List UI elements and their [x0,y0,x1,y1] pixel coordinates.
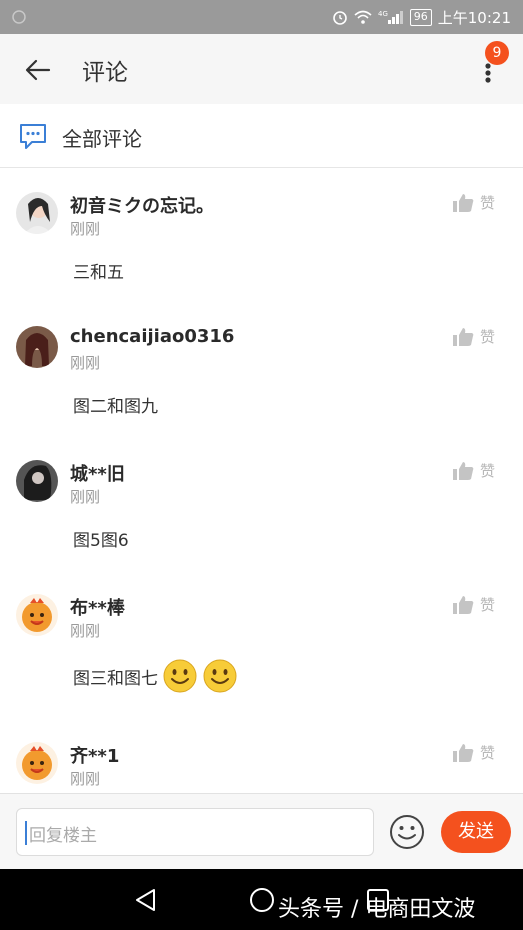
emoji-picker-icon[interactable] [389,814,425,850]
avatar-image [16,594,58,636]
nav-back-icon[interactable] [133,887,159,913]
battery-level: 96 [413,10,428,23]
like-button[interactable]: 赞 [452,192,495,213]
comment-username[interactable]: 布**棒 [70,594,125,620]
notification-badge: 9 [485,41,509,65]
comment-icon [20,124,46,149]
nav-home-icon[interactable] [249,887,275,913]
avatar-image [16,460,58,502]
comment-text: 图二和图九 [73,392,158,417]
like-button[interactable]: 赞 [452,594,495,615]
back-button[interactable] [22,54,54,86]
reply-input[interactable]: 回复楼主 [16,808,374,856]
alarm-icon [332,11,347,25]
comment-text: 图三和图七 [73,658,238,694]
comment-text-content: 图三和图七 [73,668,158,689]
like-button[interactable]: 赞 [452,460,495,481]
like-button[interactable]: 赞 [452,742,495,763]
comment-text: 图5图6 [73,526,129,551]
avatar[interactable] [16,460,58,502]
comment-text-content: 图二和图九 [73,397,158,417]
like-button[interactable]: 赞 [452,326,495,347]
cloud-icon [12,10,26,24]
avatar[interactable] [16,742,58,784]
svg-text:4G: 4G [378,10,388,18]
avatar[interactable] [16,192,58,234]
reply-placeholder: 回复楼主 [29,826,97,846]
comment-text: 三和五 [73,258,124,283]
avatar[interactable] [16,326,58,368]
comment-time: 刚刚 [70,622,101,640]
thumbs-up-icon [453,461,474,480]
like-label: 赞 [480,596,496,614]
wifi-icon [354,10,372,24]
status-time: 上午10:21 [437,8,511,27]
avatar-image [16,326,58,368]
send-button[interactable]: 发送 [441,811,511,853]
comment-time: 刚刚 [70,354,101,372]
thumbs-up-icon [453,193,474,212]
battery-indicator: 96 [409,8,432,26]
like-label: 赞 [480,328,496,346]
thumbs-up-icon [453,595,474,614]
smile-emoji-icon [163,659,197,693]
thumbs-up-icon [453,743,474,762]
avatar-image [16,742,58,784]
avatar[interactable] [16,594,58,636]
like-label: 赞 [480,194,496,212]
signal-icon: 4G [378,10,403,24]
section-title: 全部评论 [62,127,142,151]
comment-username[interactable]: 城**旧 [70,460,125,486]
watermark-text: 头条号 / 电商田文波 [278,897,476,922]
avatar-image [16,192,58,234]
comment-username[interactable]: 初音ミクの忘记。 [70,192,214,218]
comment-username[interactable]: 齐**1 [70,742,119,768]
status-bar: 4G 96 上午10:21 [0,0,523,34]
smile-emoji-icon [203,659,237,693]
comment-text-content: 图5图6 [73,531,129,551]
system-nav-bar: 头条号 / 电商田文波 [0,869,523,930]
comment-text-content: 三和五 [73,263,124,283]
page-title: 评论 [82,60,128,86]
comment-time: 刚刚 [70,488,101,506]
comments-section-header: 全部评论 [0,104,523,168]
like-label: 赞 [480,462,496,480]
arrow-left-icon [25,59,51,81]
text-caret [25,821,27,845]
like-label: 赞 [480,744,496,762]
app-bar: 评论 [0,34,523,104]
comment-time: 刚刚 [70,770,101,788]
comment-username[interactable]: chencaijiao0316 [70,326,234,347]
thumbs-up-icon [453,327,474,346]
comment-time: 刚刚 [70,220,101,238]
reply-bar: 回复楼主 发送 [0,793,523,869]
